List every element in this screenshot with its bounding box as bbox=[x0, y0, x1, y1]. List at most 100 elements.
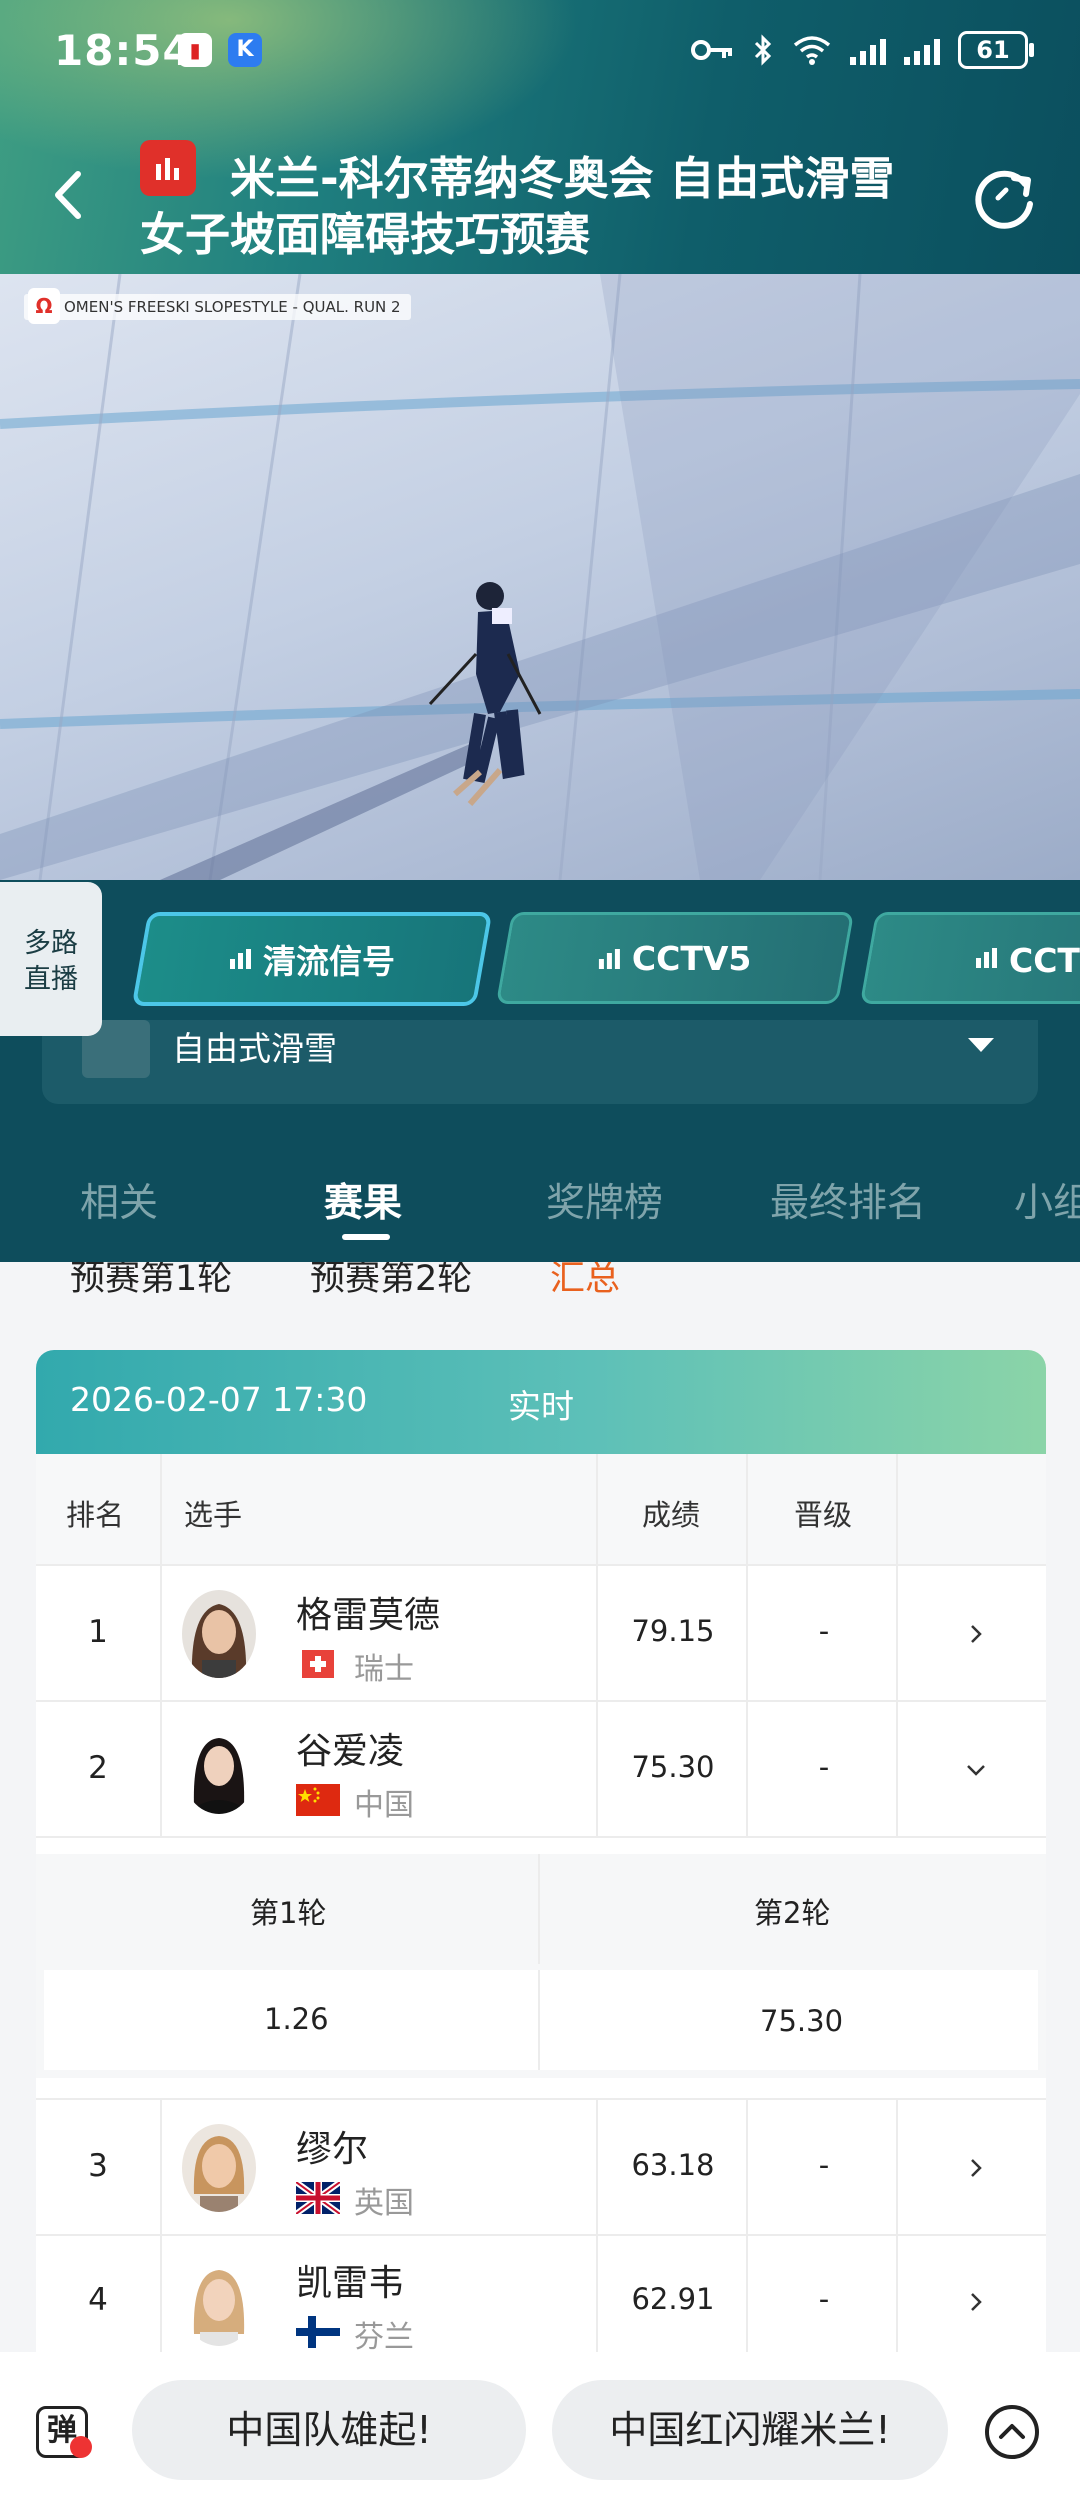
wifi-icon bbox=[793, 36, 831, 65]
back-button[interactable] bbox=[44, 160, 94, 230]
bottom-comment-bar: 弹 中国队雄起! 中国红闪耀米兰! bbox=[0, 2352, 1080, 2504]
column-divider bbox=[160, 2234, 162, 2368]
china-flag-icon bbox=[296, 1784, 340, 1816]
scroll-to-top-icon[interactable] bbox=[984, 2404, 1040, 2460]
tab-medals[interactable]: 奖牌榜 bbox=[546, 1172, 663, 1228]
score-value: 79.15 bbox=[631, 1614, 715, 1648]
athlete-name: 缪尔 bbox=[296, 2129, 369, 2170]
column-divider bbox=[896, 1454, 898, 1564]
athlete-country: 英国 bbox=[354, 2186, 414, 2221]
column-divider bbox=[160, 2100, 162, 2234]
chevron-right-icon[interactable] bbox=[964, 1622, 988, 1646]
channel-logo bbox=[140, 140, 196, 196]
expanded-run-detail: 第1轮 第2轮 1.26 75.30 bbox=[36, 1854, 1046, 2078]
run-values-cell: 1.26 75.30 bbox=[44, 1970, 1038, 2070]
round-subtabs: 预赛第1轮 预赛第2轮 汇总 bbox=[0, 1262, 1080, 1312]
main-tabs: 相关 赛果 奖牌榜 最终排名 小组 bbox=[0, 1150, 1080, 1262]
live-status: 实时 bbox=[508, 1387, 574, 1426]
avatar bbox=[182, 1726, 256, 1814]
athlete-country: 中国 bbox=[354, 1788, 414, 1823]
table-row[interactable]: 2 谷爱凌 中国 75.30 - bbox=[36, 1702, 1046, 1838]
sport-selector[interactable]: 自由式滑雪 bbox=[42, 1020, 1038, 1104]
run2-value: 75.30 bbox=[760, 2004, 844, 2038]
feed-label: CCTV5青 bbox=[1009, 941, 1080, 980]
rank-value: 3 bbox=[88, 2148, 108, 2184]
switzerland-flag-icon bbox=[296, 1648, 340, 1680]
column-divider bbox=[160, 1566, 162, 1700]
athlete-name: 格雷莫德 bbox=[296, 1595, 441, 1636]
run1-value: 1.26 bbox=[264, 2002, 329, 2036]
tab-related[interactable]: 相关 bbox=[80, 1172, 158, 1228]
sport-selector-value: 自由式滑雪 bbox=[172, 1029, 337, 1068]
signal-icon-2 bbox=[904, 35, 940, 65]
athlete-name: 谷爱凌 bbox=[296, 1731, 405, 1772]
score-value: 62.91 bbox=[631, 2282, 715, 2316]
signal-icon-1 bbox=[850, 35, 886, 65]
table-header-row: 排名 选手 成绩 晋级 bbox=[36, 1454, 1046, 1566]
table-row[interactable]: 4 凯雷韦 芬兰 62.91 - bbox=[36, 2234, 1046, 2370]
broadcast-logo: Ω bbox=[28, 288, 60, 324]
feed-label: 清流信号 bbox=[262, 942, 395, 981]
bars-icon bbox=[156, 158, 179, 180]
top-header: 18:54 ▮ K 61 米兰-科尔蒂纳冬奥会 自由式滑雪 女子坡面障碍技巧预赛 bbox=[0, 0, 1080, 274]
subtab-qual-run1[interactable]: 预赛第1轮 bbox=[70, 1262, 232, 1301]
table-row[interactable]: 3 缪尔 英国 63.18 - bbox=[36, 2098, 1046, 2236]
event-datetime: 2026-02-07 17:30 bbox=[70, 1380, 368, 1419]
notification-app-icon: ▮ bbox=[178, 33, 212, 67]
header-athlete: 选手 bbox=[184, 1498, 243, 1532]
rank-value: 4 bbox=[88, 2282, 108, 2318]
multi-feed-label-1: 多路 bbox=[24, 928, 78, 959]
athlete-country: 芬兰 bbox=[354, 2320, 414, 2355]
column-divider bbox=[160, 1702, 162, 1836]
column-divider bbox=[596, 1454, 598, 1564]
chevron-down-icon[interactable] bbox=[964, 1758, 988, 1782]
dropdown-arrow-icon bbox=[968, 1038, 994, 1052]
feed-tab-clean-signal[interactable]: 清流信号 bbox=[131, 912, 493, 1006]
qualification-value: - bbox=[818, 1750, 830, 1784]
multi-feed-button[interactable]: 多路 直播 bbox=[0, 882, 102, 1036]
results-card-header: 2026-02-07 17:30 实时 bbox=[36, 1350, 1046, 1454]
bluetooth-icon bbox=[754, 34, 772, 66]
finland-flag-icon bbox=[296, 2316, 340, 2348]
status-time: 18:54 bbox=[54, 26, 193, 75]
key-icon bbox=[691, 40, 732, 60]
tab-final-ranking[interactable]: 最终排名 bbox=[770, 1172, 926, 1228]
chevron-right-icon[interactable] bbox=[964, 2290, 988, 2314]
athlete-name: 凯雷韦 bbox=[296, 2263, 405, 2304]
header-rank: 排名 bbox=[66, 1498, 125, 1532]
video-player[interactable]: Ω OMEN'S FREESKI SLOPESTYLE - QUAL. RUN … bbox=[0, 274, 1080, 880]
multi-feed-label-2: 直播 bbox=[24, 964, 78, 995]
header-qualification: 晋级 bbox=[794, 1498, 853, 1532]
danmu-enabled-icon bbox=[70, 2436, 92, 2458]
quick-comment-chip[interactable]: 中国红闪耀米兰! bbox=[552, 2380, 948, 2480]
rank-value: 2 bbox=[88, 1750, 108, 1786]
notification-k-icon: K bbox=[228, 33, 262, 67]
quick-comment-chip[interactable]: 中国队雄起! bbox=[132, 2380, 526, 2480]
feed-tab-cctv5plus[interactable]: CCTV5青 bbox=[859, 912, 1080, 1004]
page-title-line2: 女子坡面障碍技巧预赛 bbox=[140, 208, 591, 261]
tab-results[interactable]: 赛果 bbox=[324, 1172, 402, 1228]
table-row[interactable]: 1 格雷莫德 瑞士 79.15 - bbox=[36, 1566, 1046, 1702]
chevron-right-icon[interactable] bbox=[964, 2156, 988, 2180]
subtab-qual-run2[interactable]: 预赛第2轮 bbox=[310, 1262, 472, 1301]
active-tab-indicator bbox=[342, 1234, 390, 1240]
avatar bbox=[182, 2258, 256, 2346]
qualification-value: - bbox=[818, 2148, 830, 2182]
video-frame bbox=[0, 274, 1080, 880]
rank-value: 1 bbox=[88, 1614, 108, 1650]
athlete-country: 瑞士 bbox=[354, 1652, 414, 1687]
column-divider bbox=[538, 1854, 540, 1964]
feed-tab-cctv5[interactable]: CCTV5 bbox=[495, 912, 855, 1004]
feed-label: CCTV5 bbox=[631, 938, 752, 978]
column-divider bbox=[746, 1454, 748, 1564]
video-overlay-label: Ω OMEN'S FREESKI SLOPESTYLE - QUAL. RUN … bbox=[24, 288, 411, 324]
column-divider bbox=[538, 1970, 540, 2070]
signal-bars-icon bbox=[598, 948, 620, 968]
score-value: 75.30 bbox=[631, 1750, 715, 1784]
subtab-summary[interactable]: 汇总 bbox=[550, 1262, 620, 1301]
refresh-button[interactable] bbox=[970, 162, 1040, 232]
uk-flag-icon bbox=[296, 2182, 340, 2214]
header-score: 成绩 bbox=[642, 1498, 701, 1532]
run1-label: 第1轮 bbox=[250, 1896, 327, 1930]
tab-groups[interactable]: 小组 bbox=[1014, 1172, 1080, 1228]
